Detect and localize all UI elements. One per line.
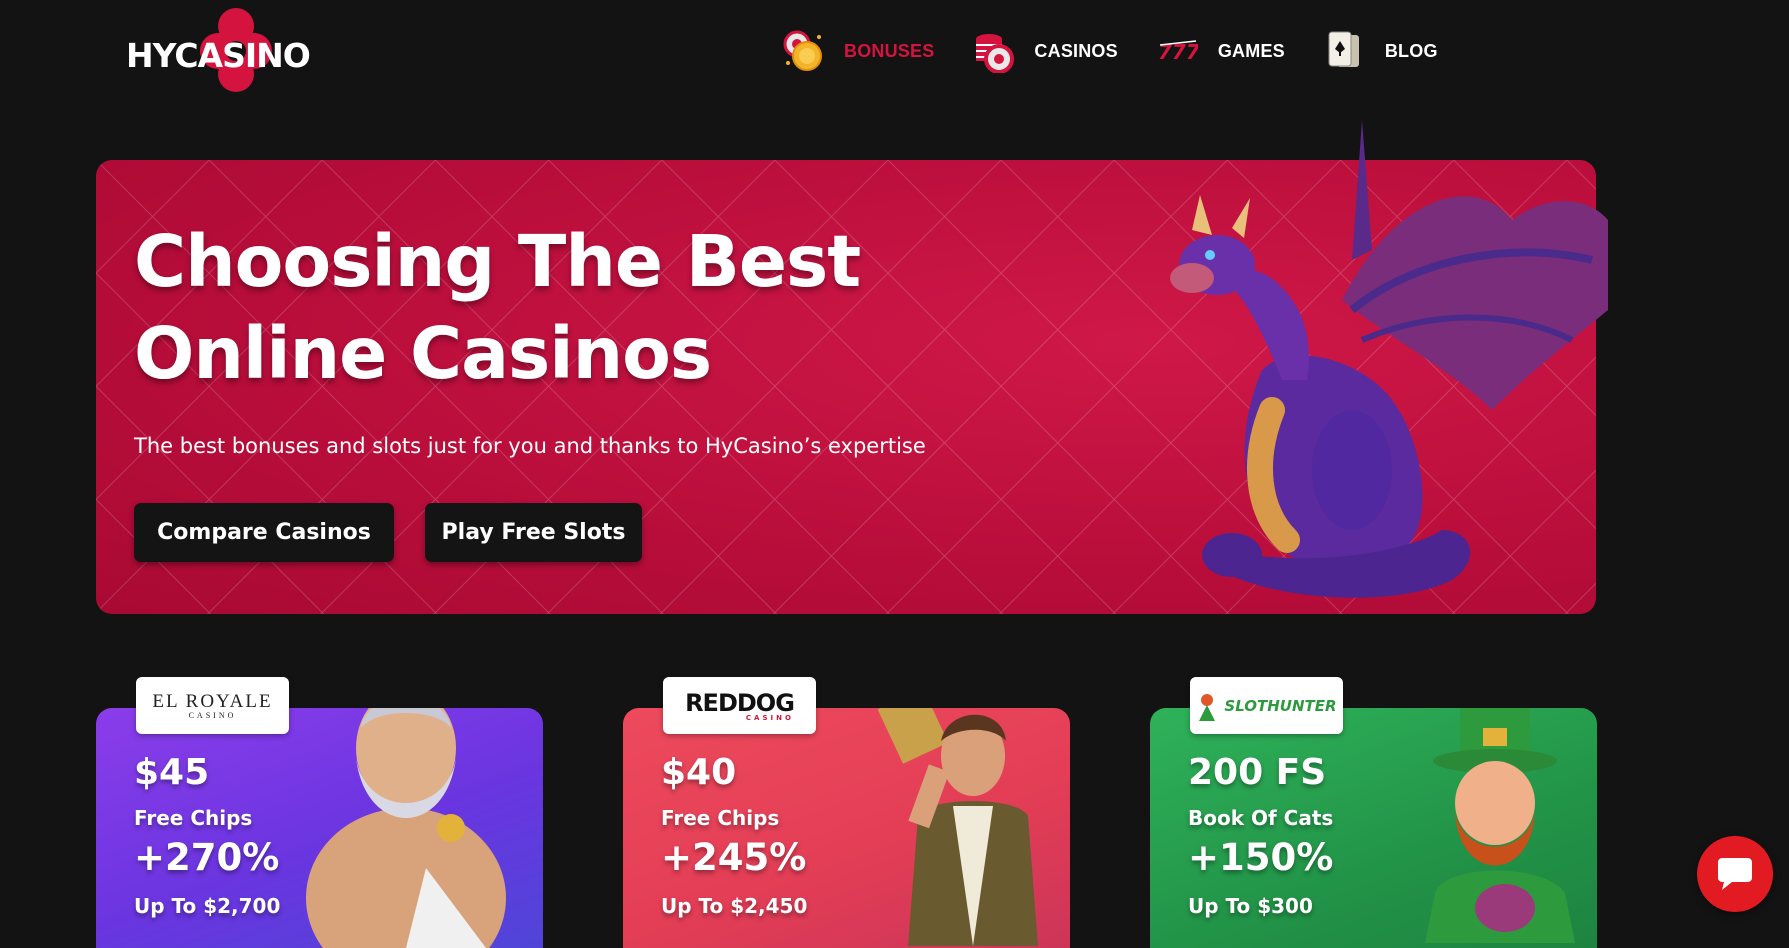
bonus-up-to: Up To $2,450 <box>661 894 808 918</box>
bonus-amount: $45 <box>134 752 210 793</box>
bonus-percent: +150% <box>1188 836 1334 879</box>
slot-777-icon: 777 <box>1158 40 1198 64</box>
nav-item-casinos[interactable]: CASINOS <box>972 29 1118 73</box>
bonus-description: Free Chips <box>134 806 253 830</box>
hero-title: Choosing The Best Online Casinos <box>134 220 861 395</box>
nav-label-blog: BLOG <box>1384 40 1438 61</box>
compare-casinos-button[interactable]: Compare Casinos <box>134 503 394 562</box>
hunter-mascot-icon <box>1199 693 1216 721</box>
site-logo[interactable]: HYCASINO <box>126 8 326 94</box>
chat-bubble-icon <box>1718 858 1752 890</box>
casino-logo-name: EL ROYALE <box>152 691 273 712</box>
nav-item-games[interactable]: 777 GAMES <box>1156 29 1285 73</box>
bonus-up-to: Up To $300 <box>1188 894 1313 918</box>
nav-item-blog[interactable]: BLOG <box>1323 29 1438 73</box>
bonus-amount: $40 <box>661 752 737 793</box>
coins-icon <box>783 30 822 71</box>
casino-logo-name: REDDOG <box>685 689 795 717</box>
zeus-character-illustration <box>306 708 506 948</box>
play-free-slots-button[interactable]: Play Free Slots <box>425 503 642 562</box>
nav-label-casinos: CASINOS <box>1034 40 1118 61</box>
reddog-logo[interactable]: REDDOG CASINO <box>663 677 816 734</box>
chips-icon <box>976 34 1015 73</box>
el-royale-logo[interactable]: EL ROYALE CASINO <box>136 677 289 734</box>
bonus-percent: +245% <box>661 836 807 879</box>
bonus-description: Book Of Cats <box>1188 806 1334 830</box>
bonus-percent: +270% <box>134 836 280 879</box>
adventurer-character-illustration <box>878 708 1038 946</box>
nav-item-bonuses[interactable]: BONUSES <box>782 29 934 73</box>
bonus-card-slothunter[interactable]: 200 FS Book Of Cats +150% Up To $300 <box>1150 708 1597 948</box>
logo-text: HYCASINO <box>126 36 311 75</box>
hero-subtitle: The best bonuses and slots just for you … <box>134 434 926 458</box>
site-header: HYCASINO BONUSES CASINOS 777 GAMES BLOG <box>0 0 1789 100</box>
live-chat-button[interactable] <box>1697 836 1773 912</box>
slothunter-logo[interactable]: SLOTHUNTER <box>1190 677 1343 734</box>
bonus-card-reddog[interactable]: $40 Free Chips +245% Up To $2,450 <box>623 708 1070 948</box>
bonus-card-el-royale[interactable]: $45 Free Chips +270% Up To $2,700 <box>96 708 543 948</box>
leprechaun-character-illustration <box>1425 708 1575 943</box>
bonus-description: Free Chips <box>661 806 780 830</box>
casino-logo-name: SLOTHUNTER <box>1224 696 1337 715</box>
dragon-illustration <box>1170 120 1608 598</box>
playing-cards-icon <box>1328 31 1359 67</box>
nav-label-games: GAMES <box>1217 40 1285 61</box>
main-nav: BONUSES CASINOS 777 GAMES BLOG <box>782 28 1476 74</box>
nav-label-bonuses: BONUSES <box>844 40 935 61</box>
bonus-amount: 200 FS <box>1188 752 1327 793</box>
bonus-up-to: Up To $2,700 <box>134 894 281 918</box>
